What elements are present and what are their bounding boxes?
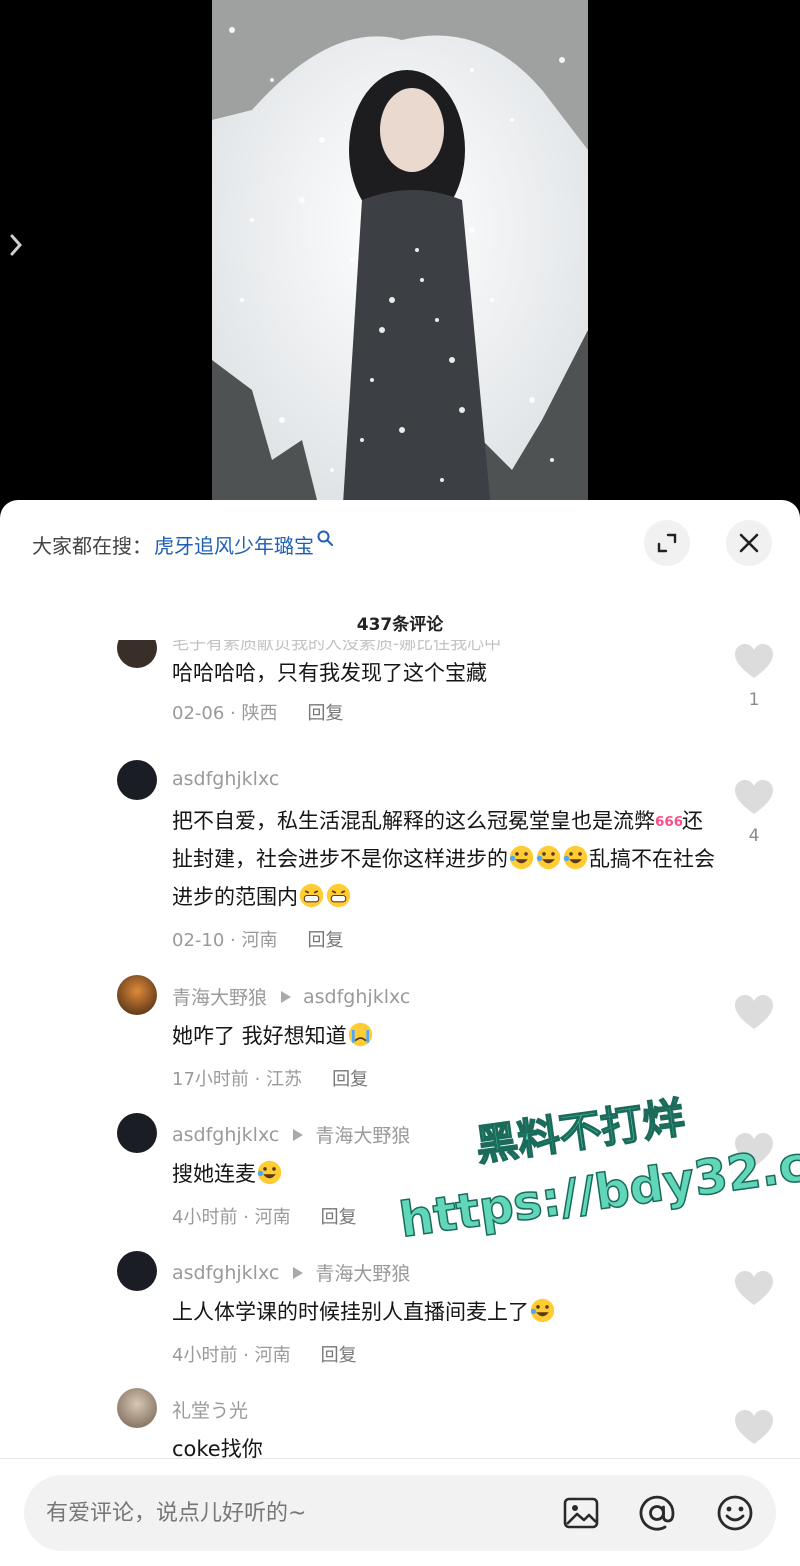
heart-icon[interactable] [734,644,774,680]
reply-button[interactable]: 回复 [332,1069,368,1090]
avatar[interactable] [117,640,157,668]
comment-username[interactable]: 毛子有素质献贞我的人没素质-娜比住我心中 [172,640,501,652]
search-icon[interactable] [316,529,334,547]
avatar[interactable] [117,1251,157,1291]
heart-icon[interactable] [734,1271,774,1307]
trending-search: 大家都在搜： 虎牙追风少年璐宝 [32,528,334,560]
avatar[interactable] [117,760,157,800]
666-emoji-icon: 666 [655,814,682,830]
comment-username[interactable]: 礼堂う光 [172,1396,248,1423]
svg-text:666: 666 [655,814,682,830]
chevron-right-icon[interactable] [6,232,26,258]
at-icon[interactable] [638,1494,676,1532]
heart-icon[interactable] [734,780,774,816]
reply-arrow-icon [293,1266,304,1279]
laugh-emoji-icon [257,1160,282,1185]
comment-text: 她咋了 我好想知道 [172,1017,722,1055]
laugh-emoji-icon [509,845,534,870]
comment-text: coke找你 [172,1437,263,1458]
crying-emoji-icon [348,1022,372,1047]
reply-arrow-icon [293,1128,304,1141]
heart-icon[interactable] [734,995,774,1031]
comment-username[interactable]: asdfghjklxc [172,768,279,790]
comment-input[interactable] [46,1475,546,1551]
comment-username: 青海大野狼 asdfghjklxc [172,985,411,1010]
comment-date: 17小时前 · 江苏 [172,1069,303,1090]
comment-input-container[interactable] [24,1475,776,1551]
comment-meta: 4小时前 · 河南 回复 [172,1203,357,1229]
laugh-emoji-icon [530,1298,555,1323]
reply-button[interactable]: 回复 [307,703,343,724]
trending-search-link[interactable]: 虎牙追风少年璐宝 [154,530,314,559]
comment-text: 把不自爱，私生活混乱解释的这么冠冕堂皇也是流弊 666 还扯封建，社会进步不是你这样… [172,802,722,916]
reply-to-user[interactable]: 青海大野狼 [315,1259,410,1286]
reply-button[interactable]: 回复 [307,930,343,951]
like-count: 4 [748,826,760,846]
avatar[interactable] [117,975,157,1015]
laugh-emoji-icon [563,845,588,870]
comment-meta: 17小时前 · 江苏 回复 [172,1065,368,1091]
comment-username: asdfghjklxc 青海大野狼 [172,1259,410,1286]
heart-icon[interactable] [734,1133,774,1169]
heart-icon[interactable] [734,1410,774,1446]
comment-input-bar [0,1458,800,1566]
laugh-emoji-icon [536,845,561,870]
comment-date: 4小时前 · 河南 [172,1345,291,1366]
reply-to-user[interactable]: 青海大野狼 [315,1121,410,1148]
emoji-icon[interactable] [716,1494,754,1532]
comment-meta: 4小时前 · 河南 回复 [172,1341,357,1367]
expand-button[interactable] [644,520,690,566]
comment-date: 02-10 · 河南 [172,930,278,951]
grin-sweat-emoji-icon [326,883,351,908]
video-player[interactable] [0,0,800,520]
comment-date: 02-06 · 陕西 [172,703,278,724]
like-count: 1 [748,690,760,710]
grin-sweat-emoji-icon [299,883,324,908]
comment-date: 4小时前 · 河南 [172,1207,291,1228]
reply-to-user[interactable]: asdfghjklxc [303,986,410,1008]
trending-search-label: 大家都在搜： [32,533,152,558]
comment-meta: 02-10 · 河南 回复 [172,926,343,952]
avatar[interactable] [117,1113,157,1153]
comment-text: 上人体学课的时候挂别人直播间麦上了 [172,1293,722,1331]
comment-count: 437条评论 [356,615,444,635]
comment-meta: 02-06 · 陕西 回复 [172,699,343,725]
reply-button[interactable]: 回复 [321,1345,357,1366]
comment-text: 搜她连麦 [172,1155,722,1193]
video-thumbnail-image [212,0,588,520]
close-button[interactable] [726,520,772,566]
comment-username: asdfghjklxc 青海大野狼 [172,1121,410,1148]
close-icon [739,533,759,553]
reply-button[interactable]: 回复 [321,1207,357,1228]
reply-arrow-icon [281,990,292,1003]
comment-sheet: 大家都在搜： 虎牙追风少年璐宝 437条评论 毛子有素质献贞我的人没素质-娜比住… [0,500,800,1566]
image-icon[interactable] [562,1494,600,1532]
expand-icon [657,533,677,553]
comment-list[interactable]: 毛子有素质献贞我的人没素质-娜比住我心中 哈哈哈哈，只有我发现了这个宝藏 02-… [0,640,800,1458]
comment-text: 哈哈哈哈，只有我发现了这个宝藏 [172,661,487,685]
video-frame [212,0,588,520]
avatar[interactable] [117,1388,157,1428]
